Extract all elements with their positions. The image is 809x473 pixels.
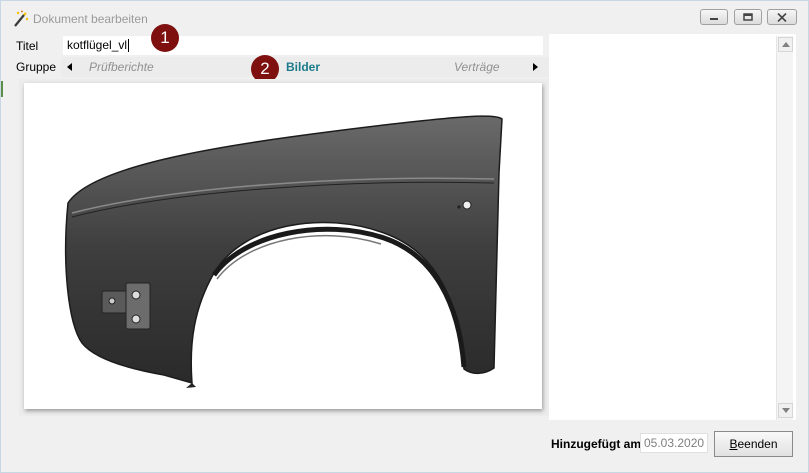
titel-input[interactable]: kotflügel_vl <box>63 36 543 55</box>
right-blank-panel <box>549 34 796 420</box>
scroll-up-icon[interactable] <box>778 37 793 52</box>
group-tab-vertraege[interactable]: Verträge <box>454 60 500 74</box>
magic-wand-icon <box>12 10 30 28</box>
minimize-icon <box>710 18 718 20</box>
close-icon <box>777 13 787 22</box>
group-navigator: Prüfberichte Bilder Verträge <box>61 57 549 77</box>
beenden-button[interactable]: Beenden <box>714 431 793 457</box>
vertical-scrollbar[interactable] <box>776 36 793 420</box>
beenden-label: eenden <box>737 437 778 451</box>
gruppe-label: Gruppe <box>16 60 57 74</box>
triangle-left-icon[interactable] <box>67 63 72 71</box>
text-caret <box>128 39 130 53</box>
added-date-field: 05.03.2020 <box>640 433 708 453</box>
group-tab-pruefberichte[interactable]: Prüfberichte <box>89 60 154 74</box>
added-date-label: Hinzugefügt am <box>551 437 641 451</box>
left-edge-marker <box>1 81 3 97</box>
document-edit-window: Dokument bearbeiten Titel kotflügel_vl G… <box>0 0 809 473</box>
document-image[interactable] <box>24 83 542 409</box>
titel-label: Titel <box>16 39 39 53</box>
annotation-badge-1: 1 <box>151 24 179 52</box>
scroll-down-icon[interactable] <box>778 403 793 418</box>
minimize-button[interactable] <box>700 9 728 25</box>
titel-value: kotflügel_vl <box>67 38 128 52</box>
image-viewer <box>19 79 549 416</box>
maximize-button[interactable] <box>734 9 762 25</box>
group-tab-bilder[interactable]: Bilder <box>286 60 320 74</box>
maximize-icon <box>743 13 753 21</box>
car-fender-image <box>64 115 503 388</box>
window-title: Dokument bearbeiten <box>33 12 148 26</box>
triangle-right-icon[interactable] <box>533 63 538 71</box>
title-bar[interactable]: Dokument bearbeiten <box>1 1 808 33</box>
close-button[interactable] <box>767 9 797 25</box>
